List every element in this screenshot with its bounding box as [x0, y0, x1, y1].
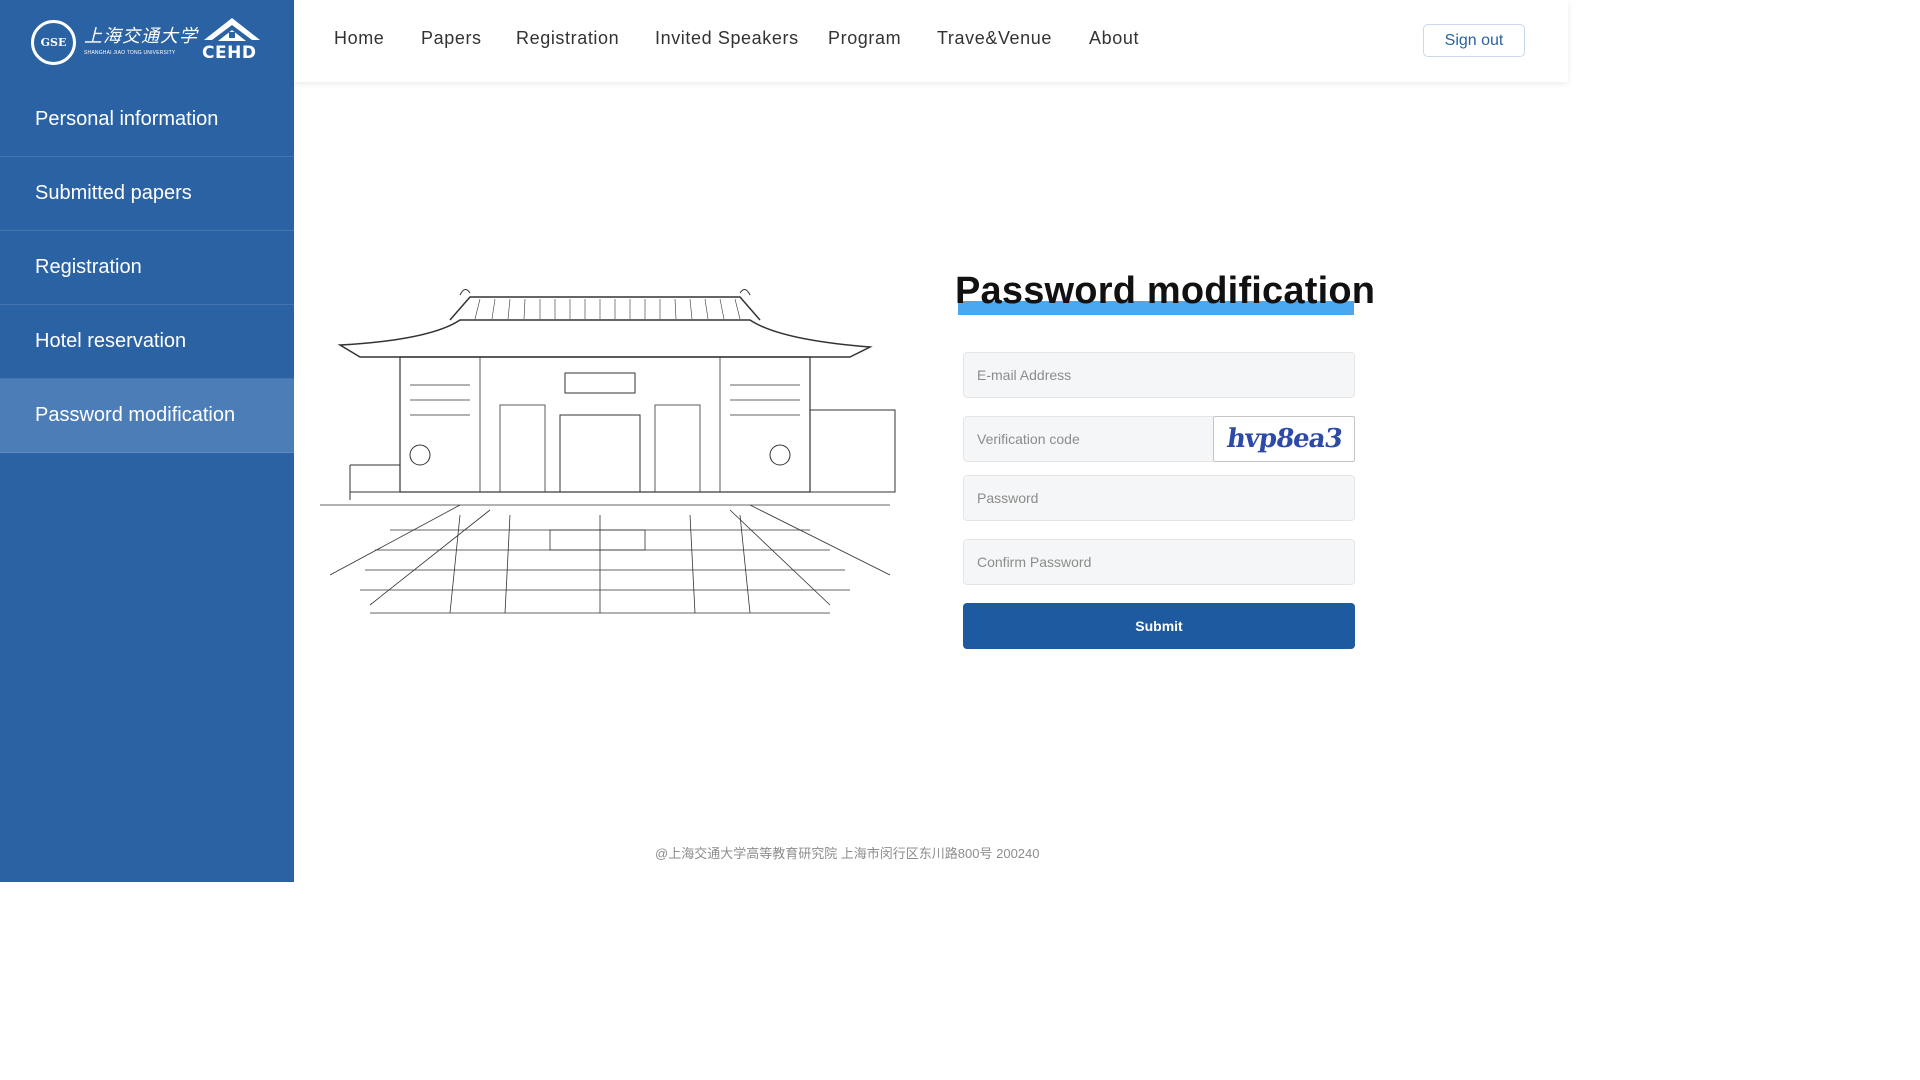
sidebar-item-hotel-reservation[interactable]: Hotel reservation — [0, 305, 294, 379]
seal-text: GSE — [40, 36, 67, 49]
nav-program[interactable]: Program — [828, 28, 901, 49]
email-field[interactable] — [963, 352, 1355, 398]
nav-registration[interactable]: Registration — [516, 28, 619, 49]
captcha-text: hvp8ea3 — [1224, 424, 1344, 454]
university-logo: 上海交通大学 SHANGHAI JIAO TONG UNIVERSITY — [84, 26, 198, 56]
page-title-wrap: Password modification — [955, 270, 1376, 315]
nav-home[interactable]: Home — [334, 28, 384, 49]
sidebar-item-password-modification[interactable]: Password modification — [0, 379, 294, 453]
cehd-logo-text: CEHD — [202, 43, 257, 63]
sidebar: GSE 上海交通大学 SHANGHAI JIAO TONG UNIVERSITY… — [0, 0, 294, 882]
sidebar-item-label: Registration — [35, 256, 142, 278]
gse-seal-logo: GSE — [31, 20, 76, 65]
nav-travel-venue[interactable]: Trave&Venue — [937, 28, 1052, 49]
nav-papers[interactable]: Papers — [421, 28, 482, 49]
sidebar-item-label: Password modification — [35, 404, 236, 426]
sidebar-item-label: Hotel reservation — [35, 330, 187, 352]
verification-code-field[interactable] — [963, 416, 1215, 462]
confirm-password-field[interactable] — [963, 539, 1355, 585]
password-field[interactable] — [963, 475, 1355, 521]
submit-button[interactable]: Submit — [963, 603, 1355, 649]
logo-area[interactable]: GSE 上海交通大学 SHANGHAI JIAO TONG UNIVERSITY… — [0, 0, 294, 82]
page-title: Password modification — [955, 270, 1376, 312]
university-gate-illustration — [320, 289, 896, 614]
university-name-en: SHANGHAI JIAO TONG UNIVERSITY — [84, 50, 176, 56]
university-name-cn: 上海交通大学 — [84, 26, 198, 47]
sidebar-item-registration[interactable]: Registration — [0, 231, 294, 305]
nav-about[interactable]: About — [1089, 28, 1139, 49]
sidebar-item-label: Personal information — [35, 108, 219, 130]
sidebar-item-personal-information[interactable]: Personal information — [0, 83, 294, 157]
side-menu: Personal information Submitted papers Re… — [0, 83, 294, 453]
sign-out-button[interactable]: Sign out — [1423, 24, 1525, 57]
nav-invited-speakers[interactable]: Invited Speakers — [655, 28, 799, 49]
top-nav-bar: Home Papers Registration Invited Speaker… — [294, 0, 1568, 82]
footer-text: @上海交通大学高等教育研究院 上海市闵行区东川路800号 200240 — [655, 846, 1040, 861]
sidebar-item-label: Submitted papers — [35, 182, 192, 204]
captcha-image[interactable]: hvp8ea3 — [1213, 416, 1355, 462]
sidebar-item-submitted-papers[interactable]: Submitted papers — [0, 157, 294, 231]
